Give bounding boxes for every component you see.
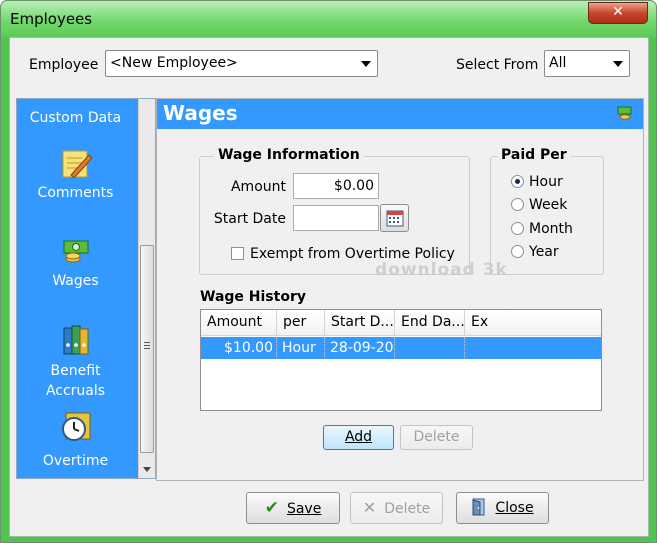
grip-line (144, 348, 150, 349)
select-from-value: All (549, 55, 567, 71)
start-date-label: Start Date (213, 211, 286, 227)
amount-label: Amount (230, 179, 286, 195)
window-title: Employees (10, 10, 93, 28)
sidebar-item-label-line1: Benefit (50, 363, 101, 379)
window-client-area: Employee <New Employee> Select From All … (9, 37, 649, 537)
radio-button[interactable] (511, 175, 524, 188)
clock-icon (61, 412, 90, 441)
date-picker-button[interactable] (380, 204, 409, 232)
employee-label: Employee (29, 57, 99, 73)
chevron-down-icon (613, 61, 623, 67)
wage-history-label: Wage History (200, 289, 306, 305)
employee-dropdown[interactable]: <New Employee> (105, 50, 378, 77)
radio-week[interactable]: Week (511, 197, 567, 213)
sidebar-item-label-line2: Accruals (45, 383, 106, 399)
scroll-down-arrow-icon[interactable] (143, 467, 151, 472)
start-date-input[interactable] (293, 205, 379, 231)
sidebar-item-benefit-accruals[interactable]: Benefit Accruals (17, 323, 134, 401)
radio-button[interactable] (511, 245, 524, 258)
radio-month[interactable]: Month (511, 221, 573, 237)
radio-button[interactable] (511, 198, 524, 211)
delete-button[interactable]: ✕ Delete (350, 492, 443, 524)
cell-start-date: 28-09-201 (325, 337, 395, 359)
paid-per-legend: Paid Per (497, 147, 571, 163)
wage-history-grid[interactable]: Amount per Start D... End Da... Ex $10.0… (200, 309, 602, 411)
cell-end-date (395, 337, 465, 359)
title-bar[interactable]: Employees ✕ (1, 1, 656, 37)
binders-icon (63, 325, 88, 355)
column-header-per[interactable]: per (277, 310, 325, 335)
panel-header: Wages (157, 99, 643, 129)
sidebar-item-custom-data[interactable]: Custom Data (17, 110, 134, 126)
sidebar-item-wages[interactable]: Wages (17, 235, 134, 289)
wage-information-group: Wage Information Amount $0.00 Start Date (199, 147, 470, 275)
grid-header: Amount per Start D... End Da... Ex (201, 310, 601, 336)
watermark-logo: download 3k (375, 260, 508, 280)
scrollbar-thumb[interactable] (140, 245, 154, 453)
pencil-note-icon (62, 150, 93, 179)
money-icon (617, 106, 632, 120)
cell-ex (465, 337, 601, 359)
x-icon: ✕ (362, 498, 377, 517)
delete-button-label: Delete (384, 501, 431, 517)
column-header-end-date[interactable]: End Da... (395, 310, 465, 335)
save-button-label: Save (286, 501, 322, 517)
wage-information-legend: Wage Information (214, 147, 364, 163)
column-header-start-date[interactable]: Start D... (325, 310, 395, 335)
paid-per-group: Paid Per Hour Week Month Year (490, 147, 604, 275)
radio-year[interactable]: Year (511, 244, 559, 260)
amount-input[interactable]: $0.00 (293, 173, 379, 199)
radio-button[interactable] (511, 222, 524, 235)
sidebar-item-label: Comments (37, 185, 114, 201)
checkmark-icon: ✔ (264, 498, 279, 518)
close-button[interactable]: Close (456, 492, 549, 524)
close-button-label: Close (495, 500, 534, 516)
sidebar-item-label: Wages (52, 273, 99, 289)
save-button[interactable]: ✔ Save (246, 492, 340, 524)
sidebar-item-label: Overtime (42, 453, 109, 469)
checkbox-box[interactable] (231, 247, 244, 260)
grip-line (144, 345, 150, 346)
window-close-button[interactable]: ✕ (588, 2, 648, 24)
add-button[interactable]: Add (323, 425, 394, 450)
calendar-icon (386, 210, 403, 227)
table-row[interactable]: $10.00 Hour 28-09-201 (201, 337, 601, 359)
grip-line (144, 342, 150, 343)
radio-label: Month (529, 221, 573, 237)
sidebar-item-overtime[interactable]: Overtime (17, 410, 134, 469)
radio-hour[interactable]: Hour (511, 174, 563, 190)
delete-button-label: Delete (413, 429, 460, 445)
wages-panel: Wages Wage Information Amount $0.00 Star… (156, 98, 644, 481)
radio-label: Hour (529, 174, 563, 190)
sidebar-scrollbar[interactable] (138, 99, 155, 478)
sidebar-item-comments[interactable]: Comments (17, 147, 134, 201)
sidebar: Custom Data Comments Wages Benefit Accru… (16, 98, 156, 479)
column-header-ex[interactable]: Ex (465, 310, 601, 335)
select-from-label: Select From (456, 57, 539, 73)
add-button-label: Add (344, 429, 373, 445)
select-from-dropdown[interactable]: All (544, 50, 630, 77)
sidebar-item-label: Custom Data (29, 110, 122, 126)
employee-dropdown-value: <New Employee> (110, 55, 238, 71)
panel-title: Wages (163, 101, 238, 125)
cell-per: Hour (277, 337, 325, 359)
employees-window: Employees ✕ Employee <New Employee> Sele… (0, 0, 657, 543)
radio-label: Year (529, 244, 559, 260)
radio-label: Week (529, 197, 568, 213)
money-icon (63, 240, 88, 263)
exit-door-icon (472, 498, 485, 516)
delete-history-button[interactable]: Delete (400, 425, 473, 450)
chevron-down-icon (361, 61, 371, 67)
cell-amount: $10.00 (201, 337, 277, 359)
sidebar-list: Custom Data Comments Wages Benefit Accru… (17, 99, 139, 478)
column-header-amount[interactable]: Amount (201, 310, 277, 335)
